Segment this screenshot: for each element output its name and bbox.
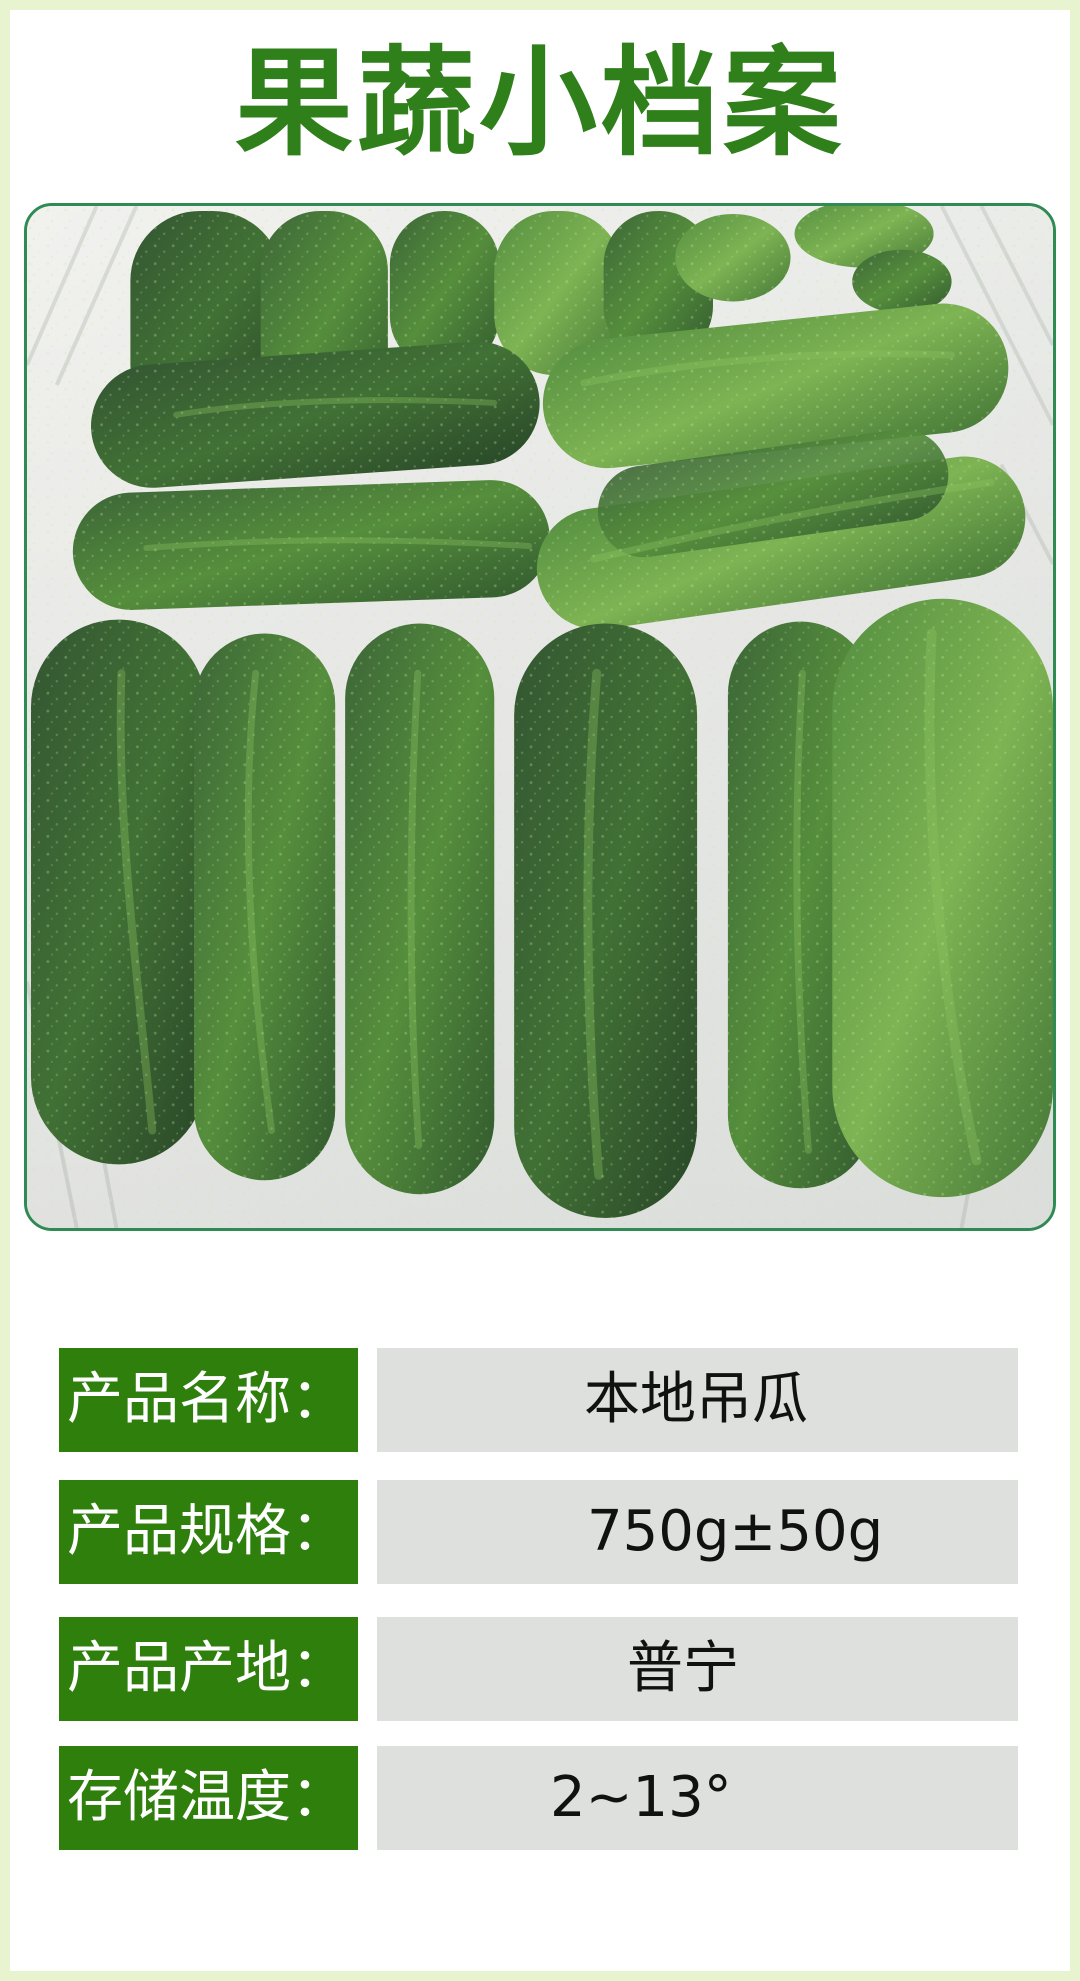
cucumber-basket-photo bbox=[27, 206, 1053, 1228]
info-value-origin: 普宁 bbox=[377, 1617, 1018, 1721]
info-value-name: 本地吊瓜 bbox=[377, 1348, 1018, 1452]
info-value-spec: 750g±50g bbox=[377, 1480, 1018, 1584]
info-label-origin: 产品产地： bbox=[59, 1617, 358, 1721]
info-label-storage-temperature: 存储温度： bbox=[59, 1746, 358, 1850]
info-label-spec: 产品规格： bbox=[59, 1480, 358, 1584]
info-label-name: 产品名称： bbox=[59, 1348, 358, 1452]
info-value-storage-temperature: 2~13° bbox=[377, 1746, 1018, 1850]
info-row-storage-temperature: 存储温度： 2~13° bbox=[59, 1746, 1018, 1850]
page-title: 果蔬小档案 bbox=[234, 34, 845, 172]
info-row-spec: 产品规格： 750g±50g bbox=[59, 1480, 1018, 1584]
info-row-name: 产品名称： 本地吊瓜 bbox=[59, 1348, 1018, 1452]
product-photo-frame bbox=[24, 203, 1056, 1231]
info-row-origin: 产品产地： 普宁 bbox=[59, 1617, 1018, 1721]
